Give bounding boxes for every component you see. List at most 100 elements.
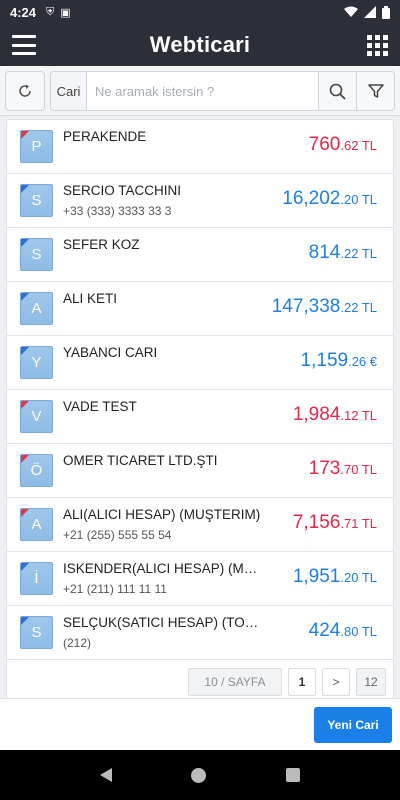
account-row[interactable]: P PERAKENDE 760.62 TL: [7, 120, 393, 174]
bottom-action-bar: Yeni Cari: [0, 698, 400, 750]
balance-decimal-currency: .20 TL: [340, 570, 377, 585]
account-name: SEFER KOZ: [63, 237, 140, 252]
hamburger-icon-line: [12, 35, 36, 38]
balance-type-marker: [21, 509, 29, 517]
system-nav-bar: [0, 750, 400, 800]
account-row[interactable]: A ALI KETI 147,338.22 TL: [7, 282, 393, 336]
balance-type-marker: [21, 293, 29, 301]
app-bar: Webticari: [0, 24, 400, 66]
last-page-button[interactable]: 12: [356, 668, 386, 696]
account-name: ISKENDER(ALICI HESAP) (MU...: [63, 561, 263, 576]
page-size-select[interactable]: 10 / SAYFA: [188, 668, 282, 696]
sd-card-icon: ▣: [60, 6, 71, 19]
hamburger-icon-line: [12, 52, 36, 55]
account-initial: Y: [31, 354, 42, 371]
account-phone: +21 (255) 555 55 54: [63, 528, 172, 542]
balance-decimal-currency: .20 TL: [340, 192, 377, 207]
account-name: SELÇUK(SATICI HESAP) (TOPTA...: [63, 615, 263, 630]
status-time: 4:24: [10, 4, 37, 20]
account-row[interactable]: A ALI(ALICI HESAP) (MUŞTERIM) +21 (255) 55…: [7, 498, 393, 552]
account-balance: 147,338.22 TL: [272, 296, 377, 318]
balance-decimal-currency: .62 TL: [340, 138, 377, 153]
account-name: SERCIO TACCHINI: [63, 183, 182, 198]
account-avatar: Ö: [20, 454, 53, 487]
account-name: YABANCI CARI: [63, 345, 158, 360]
signal-icon: [364, 6, 376, 18]
balance-type-marker: [21, 455, 29, 463]
account-row[interactable]: S SERCIO TACCHINI +33 (333) 3333 33 3 16,20…: [7, 174, 393, 228]
account-phone: +21 (211) 111 11 11: [63, 582, 167, 596]
refresh-button[interactable]: [5, 71, 45, 111]
account-avatar: S: [20, 184, 53, 217]
balance-integer: 1,159: [300, 350, 349, 371]
account-avatar: A: [20, 508, 53, 541]
account-name: ALI KETI: [63, 291, 118, 306]
new-account-button[interactable]: Yeni Cari: [314, 707, 392, 743]
account-avatar: A: [20, 292, 53, 325]
page-button-current[interactable]: 1: [288, 668, 316, 696]
account-name: OMER TICARET LTD.ŞTI: [63, 453, 218, 468]
account-initial: A: [31, 516, 42, 533]
account-row[interactable]: İ ISKENDER(ALICI HESAP) (MU... +21 (211) 1…: [7, 552, 393, 606]
back-icon[interactable]: [99, 768, 112, 782]
balance-decimal-currency: .26 €: [348, 354, 377, 369]
account-row[interactable]: S SELÇUK(SATICI HESAP) (TOPTA... (212) 424.…: [7, 606, 393, 660]
account-balance: 7,156.71 TL: [293, 512, 377, 534]
wifi-icon: [344, 6, 358, 17]
account-balance: 424.80 TL: [309, 620, 377, 642]
battery-icon: [382, 5, 390, 19]
account-avatar: S: [20, 238, 53, 271]
account-initial: S: [31, 246, 42, 263]
status-bar: 4:24 ⛨ ▣: [0, 0, 400, 24]
balance-type-marker: [21, 617, 29, 625]
balance-integer: 814: [308, 242, 341, 263]
filter-button[interactable]: [356, 72, 394, 110]
account-avatar: S: [20, 616, 53, 649]
account-balance: 1,951.20 TL: [293, 566, 377, 588]
search-button[interactable]: [318, 72, 356, 110]
account-row[interactable]: Y YABANCI CARI 1,159.26 €: [7, 336, 393, 390]
account-balance: 814.22 TL: [309, 242, 377, 264]
balance-type-marker: [21, 347, 29, 355]
account-initial: Ö: [30, 462, 43, 479]
account-initial: İ: [34, 570, 39, 587]
account-initial: S: [31, 192, 42, 209]
account-initial: S: [31, 624, 42, 641]
search-icon: [329, 83, 346, 100]
search-scope-label: Cari: [51, 72, 87, 110]
account-name: VADE TEST: [63, 399, 137, 414]
account-avatar: V: [20, 400, 53, 433]
app-logo: Webticari: [149, 32, 251, 57]
balance-integer: 16,202: [282, 188, 341, 209]
account-row[interactable]: S SEFER KOZ 814.22 TL: [7, 228, 393, 282]
account-phone: (212): [63, 636, 92, 650]
balance-integer: 7,156: [292, 512, 341, 533]
account-row[interactable]: V VADE TEST 1,984.12 TL: [7, 390, 393, 444]
search-input[interactable]: [87, 72, 318, 110]
filter-icon: [367, 84, 384, 98]
account-list: P PERAKENDE 760.62 TL S SERCIO TACCHINI +33 (…: [6, 119, 394, 705]
recents-icon[interactable]: [286, 768, 301, 782]
account-name: PERAKENDE: [63, 129, 147, 144]
balance-integer: 424: [308, 620, 341, 641]
home-icon[interactable]: [191, 767, 207, 783]
account-name: ALI(ALICI HESAP) (MUŞTERIM): [63, 507, 261, 522]
account-initial: V: [31, 408, 42, 425]
balance-decimal-currency: .22 TL: [340, 300, 377, 315]
hamburger-icon-line: [12, 43, 36, 47]
balance-integer: 1,951: [292, 566, 341, 587]
search-toolbar: Cari: [0, 66, 400, 116]
next-page-button[interactable]: >: [322, 668, 350, 696]
balance-type-marker: [21, 185, 29, 193]
balance-type-marker: [21, 131, 29, 139]
account-row[interactable]: Ö OMER TICARET LTD.ŞTI 173.70 TL: [7, 444, 393, 498]
balance-type-marker: [21, 401, 29, 409]
apps-grid-button[interactable]: [367, 34, 388, 56]
balance-decimal-currency: .70 TL: [340, 462, 377, 477]
account-balance: 16,202.20 TL: [282, 188, 377, 210]
account-avatar: P: [20, 130, 53, 163]
search-group: Cari: [50, 71, 395, 111]
account-initial: A: [31, 300, 42, 317]
menu-button[interactable]: [12, 35, 36, 55]
account-phone: +33 (333) 3333 33 3: [63, 204, 172, 218]
